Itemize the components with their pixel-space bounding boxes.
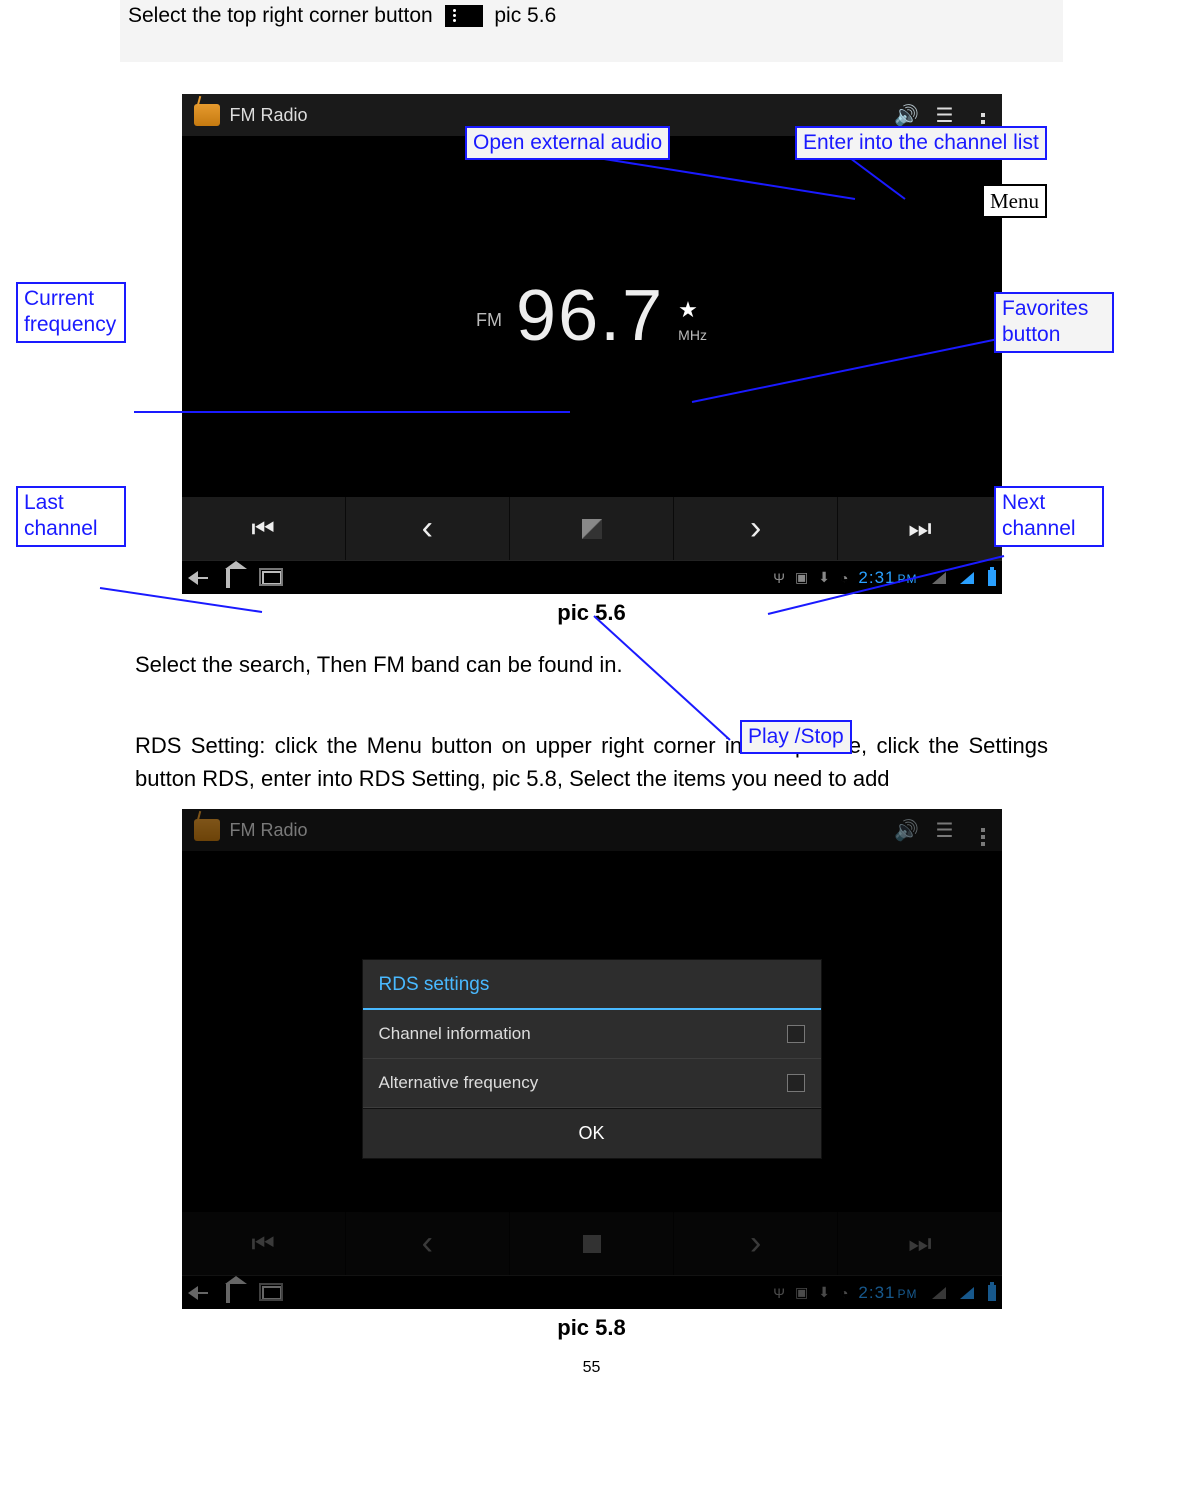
status-sd-icon: ▣ bbox=[795, 1284, 808, 1301]
channel-list-icon[interactable] bbox=[926, 103, 964, 128]
menu-icon-inline bbox=[445, 5, 483, 27]
nav-recent-icon[interactable] bbox=[262, 1286, 282, 1300]
callout-enter-channel-list: Enter into the channel list bbox=[795, 126, 1047, 160]
prev-channel-button[interactable] bbox=[182, 1212, 346, 1275]
instruction-lead: Select the top right corner button bbox=[128, 4, 433, 28]
freq-up-button[interactable] bbox=[674, 497, 838, 560]
status-clock: 2:31PM bbox=[858, 568, 917, 588]
screenshot-pic-5-8: FM Radio Ψ ▣ ⬇ ◔ 2:31PM RDS settings Cha… bbox=[182, 809, 1002, 1309]
frequency-value: 96.7 bbox=[516, 275, 664, 357]
status-download-icon: ⬇ bbox=[818, 1284, 830, 1301]
freq-up-button[interactable] bbox=[674, 1212, 838, 1275]
control-bar bbox=[182, 496, 1002, 560]
status-clock-2: 2:31PM bbox=[858, 1283, 917, 1303]
status-sync-icon: ◔ bbox=[840, 570, 848, 586]
status-wifi-icon bbox=[932, 572, 946, 584]
checkbox-icon[interactable] bbox=[787, 1074, 805, 1092]
app-title-2: FM Radio bbox=[230, 820, 888, 841]
frequency-display: FM 96.7 ★ MHz bbox=[182, 136, 1002, 496]
callout-open-external-audio: Open external audio bbox=[465, 126, 670, 160]
status-signal-icon bbox=[960, 572, 974, 584]
play-stop-button[interactable] bbox=[510, 497, 674, 560]
dialog-row-label: Alternative frequency bbox=[379, 1073, 539, 1093]
caption-pic-5-8: pic 5.8 bbox=[0, 1315, 1183, 1341]
radio-icon bbox=[194, 819, 220, 841]
status-sync-icon: ◔ bbox=[840, 1285, 848, 1301]
callout-menu: Menu bbox=[982, 184, 1047, 218]
rds-settings-dialog: RDS settings Channel information Alterna… bbox=[362, 959, 822, 1159]
dialog-row-label: Channel information bbox=[379, 1024, 531, 1044]
instruction-trail: pic 5.6 bbox=[494, 4, 556, 27]
status-download-icon: ⬇ bbox=[818, 569, 830, 586]
dialog-row-channel-info[interactable]: Channel information bbox=[363, 1010, 821, 1059]
next-channel-button[interactable] bbox=[838, 497, 1001, 560]
nav-home-icon[interactable] bbox=[226, 1284, 244, 1302]
menu-icon[interactable] bbox=[964, 815, 1002, 846]
dialog-ok-button[interactable]: OK bbox=[363, 1108, 821, 1158]
nav-back-icon[interactable] bbox=[188, 1286, 208, 1300]
radio-icon bbox=[194, 104, 220, 126]
page-number: 55 bbox=[0, 1359, 1183, 1397]
status-usb-icon: Ψ bbox=[773, 570, 785, 586]
fm-label: FM bbox=[476, 310, 502, 331]
paragraph-search: Select the search, Then FM band can be f… bbox=[135, 648, 1048, 681]
channel-list-icon[interactable] bbox=[926, 818, 964, 843]
status-usb-icon: Ψ bbox=[773, 1285, 785, 1301]
status-signal-icon bbox=[960, 1287, 974, 1299]
dialog-row-alt-frequency[interactable]: Alternative frequency bbox=[363, 1059, 821, 1108]
callout-current-frequency: Current frequency bbox=[16, 282, 126, 343]
app-title: FM Radio bbox=[230, 105, 888, 126]
favorite-star-icon[interactable]: ★ bbox=[678, 297, 698, 323]
paragraph-rds: RDS Setting: click the Menu button on up… bbox=[135, 729, 1048, 795]
frequency-unit: MHz bbox=[678, 327, 707, 343]
screenshot-pic-5-6: FM Radio FM 96.7 ★ MHz bbox=[182, 94, 1002, 594]
callout-next-channel: Next channel bbox=[994, 486, 1104, 547]
app-bar-2: FM Radio bbox=[182, 809, 1002, 851]
caption-pic-5-6: pic 5.6 bbox=[0, 600, 1183, 626]
status-battery-icon bbox=[988, 570, 996, 586]
status-sd-icon: ▣ bbox=[795, 569, 808, 586]
control-bar-2 bbox=[182, 1211, 1002, 1275]
prev-channel-button[interactable] bbox=[182, 497, 346, 560]
callout-last-channel: Last channel bbox=[16, 486, 126, 547]
callout-favorites-button: Favorites button bbox=[994, 292, 1114, 353]
dialog-title: RDS settings bbox=[363, 960, 821, 1010]
system-status-bar-2: Ψ ▣ ⬇ ◔ 2:31PM bbox=[182, 1275, 1002, 1309]
speaker-icon[interactable] bbox=[888, 103, 926, 128]
callout-play-stop: Play /Stop bbox=[740, 720, 852, 754]
next-channel-button[interactable] bbox=[838, 1212, 1001, 1275]
checkbox-icon[interactable] bbox=[787, 1025, 805, 1043]
system-status-bar: Ψ ▣ ⬇ ◔ 2:31PM bbox=[182, 560, 1002, 594]
status-battery-icon bbox=[988, 1285, 996, 1301]
freq-down-button[interactable] bbox=[346, 1212, 510, 1275]
nav-recent-icon[interactable] bbox=[262, 571, 282, 585]
freq-down-button[interactable] bbox=[346, 497, 510, 560]
status-wifi-icon bbox=[932, 1287, 946, 1299]
figure-1-wrap: Open external audio Enter into the chann… bbox=[0, 94, 1183, 626]
nav-home-icon[interactable] bbox=[226, 569, 244, 587]
nav-back-icon[interactable] bbox=[188, 571, 208, 585]
speaker-icon[interactable] bbox=[888, 818, 926, 843]
instruction-bar: Select the top right corner button pic 5… bbox=[120, 0, 1063, 62]
play-stop-button[interactable] bbox=[510, 1212, 674, 1275]
